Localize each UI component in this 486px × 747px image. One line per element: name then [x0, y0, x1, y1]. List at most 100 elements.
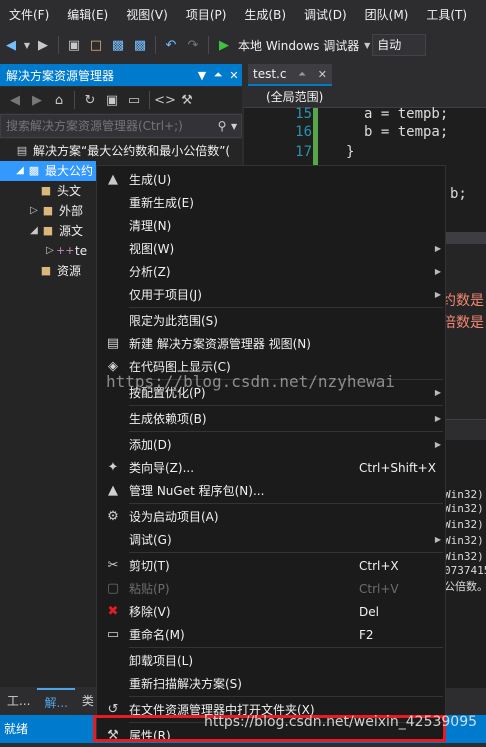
undo-icon[interactable]: ↶ [160, 34, 182, 56]
toolbar-separator [58, 36, 59, 54]
menu-edit[interactable]: 编辑(E) [58, 0, 117, 30]
pin-icon[interactable]: ⏶ [210, 68, 226, 82]
pin-icon[interactable]: ⏶ [298, 69, 306, 80]
save-all-icon[interactable]: ▩ [129, 34, 151, 56]
menu-build[interactable]: 生成(B) [235, 0, 295, 30]
tree-node-source-files[interactable]: ◢ ■ 源文 [28, 221, 83, 241]
menu-item-16[interactable]: ✦ 类向导(Z)... Ctrl+Shift+X [97, 456, 445, 479]
open-folder-icon[interactable]: □ [85, 34, 107, 56]
menu-item-label: 重命名(M) [129, 628, 185, 642]
submenu-arrow-icon: ▶ [434, 267, 442, 276]
menu-separator [129, 503, 443, 504]
tab-toolbox[interactable]: 工... [0, 688, 37, 714]
tree-node-solution[interactable]: ▤ 解决方案“最大公约数和最小公倍数”( [2, 141, 230, 161]
save-icon[interactable]: ▩ [107, 34, 129, 56]
line-number: 16 [295, 124, 312, 140]
menu-item-24[interactable]: ✖ 移除(V) Del [97, 600, 445, 623]
menu-item-4[interactable]: 分析(Z) ▶ [97, 260, 445, 283]
menu-item-label: 粘贴(P) [129, 582, 170, 596]
menu-item-7[interactable]: 限定为此范围(S) [97, 309, 445, 332]
menu-item-25[interactable]: ▭ 重命名(M) F2 [97, 623, 445, 646]
new-project-icon[interactable]: ▣ [63, 34, 85, 56]
menu-item-1[interactable]: 重新生成(E) [97, 191, 445, 214]
code-line: } [346, 144, 355, 160]
menu-item-shortcut: Ctrl+X [359, 558, 399, 573]
expand-arrow-icon[interactable]: ◢ [14, 161, 26, 181]
forward-icon[interactable]: ▶ [26, 89, 48, 111]
menu-tools[interactable]: 工具(T) [417, 0, 476, 30]
folder-icon: ■ [40, 184, 52, 197]
menu-item-22[interactable]: ✂ 剪切(T) Ctrl+X [97, 554, 445, 577]
menu-item-19[interactable]: ⚙ 设为启动项目(A) [97, 505, 445, 528]
menu-item-15[interactable]: 添加(D) ▶ [97, 433, 445, 456]
chevron-down-icon[interactable]: ▼ [22, 34, 32, 56]
editor-tab-test[interactable]: test.c ⏶ ✕ [248, 64, 332, 86]
expand-arrow-icon[interactable]: ▷ [28, 201, 40, 221]
menu-file[interactable]: 文件(F) [0, 0, 58, 30]
menu-project[interactable]: 项目(P) [177, 0, 236, 30]
config-dropdown[interactable]: 自动 [372, 34, 427, 56]
tree-node-external[interactable]: ▷ ■ 外部 [28, 201, 83, 221]
tree-node-resource-files[interactable]: ■ 资源 [38, 261, 81, 281]
expand-arrow-icon[interactable]: ▷ [44, 241, 56, 261]
menu-item-17[interactable]: ▲ 管理 NuGet 程序包(N)... [97, 479, 445, 502]
menu-item-20[interactable]: 调试(G) ▶ [97, 528, 445, 551]
close-icon[interactable]: ✕ [318, 68, 327, 81]
menu-item-27[interactable]: 卸载项目(L) [97, 649, 445, 672]
menu-item-13[interactable]: 生成依赖项(B) ▶ [97, 407, 445, 430]
home-icon[interactable]: ⌂ [48, 89, 70, 111]
change-indicator [313, 108, 318, 168]
tree-node-test-file[interactable]: ▷ ++ te [44, 241, 87, 261]
wrench-icon[interactable]: ⚒ [176, 89, 198, 111]
output-line: Win32) [444, 488, 484, 501]
expand-arrow-icon[interactable]: ◢ [28, 221, 40, 241]
chevron-down-icon[interactable]: ▼ [231, 122, 241, 131]
menu-item-shortcut: F2 [359, 627, 374, 642]
build-icon: ▲ [108, 172, 118, 187]
chevron-down-icon[interactable]: ▼ [194, 69, 210, 82]
tree-node-project[interactable]: ◢ ▩ 最大公约 [0, 161, 96, 181]
forward-icon[interactable]: ▶ [32, 34, 54, 56]
menu-item-label: 清理(N) [129, 219, 172, 233]
menu-debug[interactable]: 调试(D) [295, 0, 356, 30]
menu-item-label: 新建 解决方案资源管理器 视图(N) [129, 337, 311, 351]
menu-item-28[interactable]: 重新扫描解决方案(S) [97, 672, 445, 695]
menu-item-0[interactable]: ▲ 生成(U) [97, 168, 445, 191]
project-icon: ▩ [28, 164, 40, 177]
search-icon[interactable]: ⚲ [213, 119, 231, 133]
close-icon[interactable]: ✕ [226, 69, 242, 82]
menu-team[interactable]: 团队(M) [356, 0, 418, 30]
tree-node-header-files[interactable]: ■ 头文 [38, 181, 81, 201]
back-icon[interactable]: ◀ [4, 89, 26, 111]
menu-item-5[interactable]: 仅用于项目(J) ▶ [97, 283, 445, 306]
code-line: b = tempa; [364, 124, 449, 140]
play-icon[interactable]: ▶ [213, 34, 235, 56]
menu-item-label: 重新生成(E) [129, 196, 194, 210]
menu-item-2[interactable]: 清理(N) [97, 214, 445, 237]
show-all-files-icon[interactable]: ▭ [123, 89, 145, 111]
search-input[interactable] [1, 118, 213, 134]
code-view-icon[interactable]: <> [154, 89, 176, 111]
submenu-arrow-icon: ▶ [434, 290, 442, 299]
menu-item-8[interactable]: ▤ 新建 解决方案资源管理器 视图(N) [97, 332, 445, 355]
chevron-down-icon[interactable]: ▼ [362, 34, 372, 56]
paste-icon: ▢ [106, 581, 120, 596]
code-line-partial: b; [450, 186, 467, 202]
submenu-arrow-icon: ▶ [434, 388, 442, 397]
collapse-all-icon[interactable]: ▣ [101, 89, 123, 111]
redo-icon[interactable]: ↷ [182, 34, 204, 56]
gear-icon: ⚙ [107, 509, 119, 524]
toolbar-separator [149, 91, 150, 109]
history-icon[interactable]: ↻ [79, 89, 101, 111]
menu-item-shortcut: Ctrl+Shift+X [359, 460, 436, 475]
scope-dropdown[interactable]: (全局范围) [266, 87, 323, 107]
menu-separator [129, 307, 443, 308]
run-debugger-button[interactable]: 本地 Windows 调试器 [235, 37, 362, 54]
tab-solution-explorer[interactable]: 解... [37, 688, 75, 714]
watermark: https://blog.csdn.net/nzyhewai [106, 372, 395, 391]
menu-view[interactable]: 视图(V) [117, 0, 177, 30]
solution-explorer-search: ⚲ ▼ [0, 114, 242, 138]
menu-item-3[interactable]: 视图(W) ▶ [97, 237, 445, 260]
back-icon[interactable]: ◀ [0, 34, 22, 56]
submenu-arrow-icon: ▶ [434, 440, 442, 449]
